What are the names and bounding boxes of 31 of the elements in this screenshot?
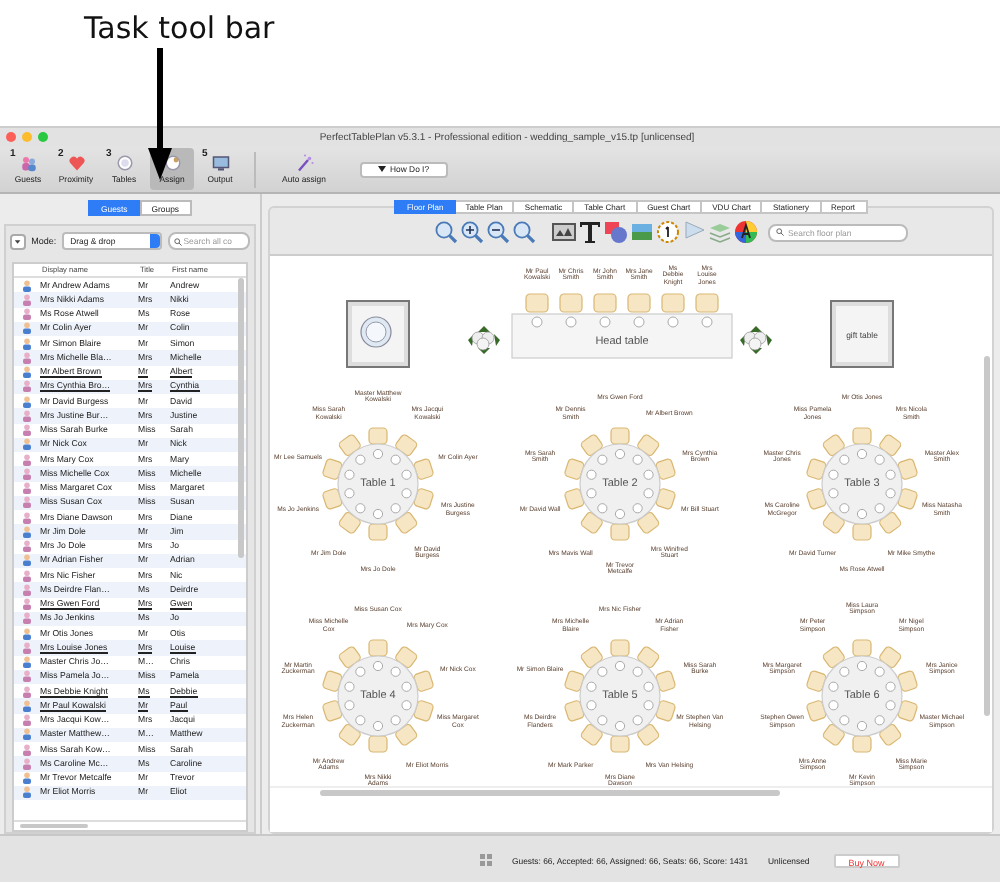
caret-icon — [378, 166, 386, 172]
zoom-fit-icon[interactable] — [434, 220, 458, 244]
search-icon — [776, 228, 784, 236]
table-icon — [163, 154, 181, 172]
table-icon — [115, 154, 133, 172]
numbered-circle-icon[interactable] — [656, 220, 680, 244]
plate-icon — [360, 316, 392, 348]
grid-icon[interactable] — [480, 854, 492, 866]
flower-arrangement-icon — [466, 326, 502, 354]
close-icon[interactable] — [6, 132, 16, 142]
flower-arrangement-icon — [738, 326, 774, 354]
pointer-arrow — [148, 48, 172, 180]
zoom-out-icon[interactable] — [486, 220, 510, 244]
zoom-selection-icon[interactable] — [512, 220, 536, 244]
round-table-drawing — [805, 427, 919, 541]
round-table-drawing — [321, 639, 435, 753]
people-icon — [19, 154, 37, 172]
magic-wand-icon — [295, 154, 313, 172]
heart-icon — [67, 154, 85, 172]
zoom-in-icon[interactable] — [460, 220, 484, 244]
round-table-drawing — [563, 427, 677, 541]
round-table-drawing — [321, 427, 435, 541]
color-wheel-icon[interactable] — [734, 220, 758, 244]
round-table-drawing — [805, 639, 919, 753]
dropdown-icon[interactable] — [10, 233, 26, 249]
search-icon — [173, 237, 182, 245]
monitor-icon — [211, 154, 229, 172]
round-table-drawing — [563, 639, 677, 753]
annotation-text: Task tool bar — [84, 10, 275, 46]
text-tool-icon[interactable] — [578, 220, 602, 244]
image-icon[interactable] — [552, 220, 576, 244]
